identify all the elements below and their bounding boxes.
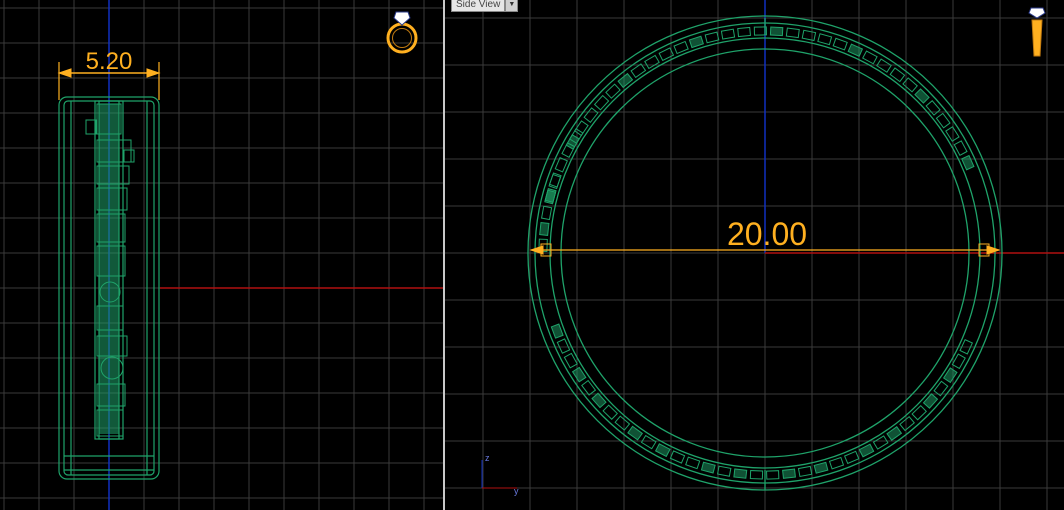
engraved-fill-profile <box>99 104 119 434</box>
right-viewport-canvas[interactable]: 20.00 z y <box>445 0 1064 510</box>
width-dimension-label: 5.20 <box>86 48 133 75</box>
z-axis-letter: z <box>485 453 490 463</box>
view-selector[interactable]: Side View ▼ <box>451 0 519 12</box>
left-viewport[interactable]: 5.20 <box>0 0 443 510</box>
ring-icon[interactable] <box>386 11 418 54</box>
chevron-down-icon[interactable]: ▼ <box>505 0 519 12</box>
axis-indicator: z y <box>481 453 519 496</box>
pendant-icon[interactable] <box>1028 7 1046 57</box>
right-grid <box>445 0 1064 510</box>
left-viewport-canvas[interactable]: 5.20 <box>0 0 443 510</box>
left-grid <box>0 0 443 510</box>
y-axis-letter: y <box>514 486 519 496</box>
view-name-label[interactable]: Side View <box>451 0 506 12</box>
right-viewport[interactable]: 20.00 z y Side View ▼ <box>445 0 1064 510</box>
diameter-dimension-label: 20.00 <box>727 216 807 252</box>
